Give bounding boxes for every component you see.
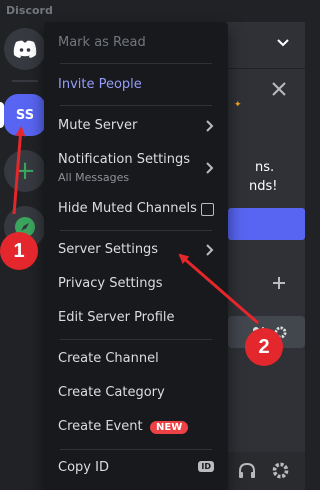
- home-button[interactable]: [4, 28, 46, 70]
- create-channel-plus-icon[interactable]: [272, 276, 286, 290]
- headphones-icon[interactable]: [238, 463, 256, 479]
- title-bar: Discord: [0, 0, 305, 22]
- menu-item-label: Invite People: [58, 77, 142, 92]
- menu-item-label: Create Category: [58, 385, 165, 400]
- menu-item-hide-muted-channels[interactable]: Hide Muted Channels: [52, 192, 220, 226]
- annotation-circle-2: 2: [245, 328, 283, 366]
- menu-item-label: Privacy Settings: [58, 276, 163, 291]
- menu-item-label: Create Event: [58, 419, 143, 434]
- menu-separator: [60, 339, 212, 340]
- menu-item-label: Create Channel: [58, 351, 159, 366]
- menu-item-label: Mute Server: [58, 118, 138, 133]
- menu-item-label: Mark as Read: [58, 35, 146, 50]
- promo-line-2: nds!: [249, 179, 278, 194]
- menu-item-label: Server Settings: [58, 242, 159, 257]
- menu-item-mark-as-read[interactable]: Mark as Read: [52, 26, 220, 60]
- menu-separator: [60, 449, 212, 450]
- server-icon-ss[interactable]: SS: [4, 94, 46, 136]
- menu-item-create-channel[interactable]: Create Channel: [52, 342, 220, 376]
- plus-icon: +: [14, 156, 36, 186]
- app-title: Discord: [6, 4, 53, 17]
- annotation-number: 2: [258, 335, 270, 358]
- chevron-down-icon: [277, 39, 289, 47]
- user-settings-gear-icon[interactable]: [272, 462, 289, 479]
- menu-item-notification-settings[interactable]: Notification Settings All Messages: [52, 146, 220, 188]
- checkbox-icon[interactable]: [201, 203, 214, 216]
- menu-item-label: Hide Muted Channels: [58, 201, 197, 216]
- new-badge: NEW: [150, 421, 189, 434]
- annotation-number: 1: [13, 239, 25, 262]
- promo-line-1: ns.: [255, 160, 275, 175]
- menu-item-label: Copy ID: [58, 460, 109, 475]
- chevron-right-icon: [206, 162, 214, 174]
- menu-separator: [60, 105, 212, 106]
- annotation-circle-1: 1: [0, 232, 38, 270]
- menu-item-sublabel: All Messages: [58, 171, 130, 184]
- menu-item-create-event[interactable]: Create Event NEW: [52, 410, 220, 444]
- close-icon[interactable]: [272, 82, 286, 96]
- sparkle-icon: ✦: [234, 100, 242, 110]
- menu-separator: [60, 230, 212, 231]
- menu-item-copy-id[interactable]: Copy ID ID: [52, 451, 220, 485]
- menu-item-label: Notification Settings: [58, 152, 191, 167]
- promo-button[interactable]: [228, 208, 305, 240]
- menu-item-privacy-settings[interactable]: Privacy Settings: [52, 267, 220, 301]
- server-initials: SS: [15, 107, 35, 123]
- promo-text: ns. nds!: [249, 158, 277, 196]
- id-icon: ID: [198, 461, 214, 472]
- chevron-right-icon: [206, 120, 214, 132]
- menu-item-create-category[interactable]: Create Category: [52, 376, 220, 410]
- rail-divider: [12, 80, 38, 82]
- menu-separator: [60, 63, 212, 64]
- menu-item-edit-server-profile[interactable]: Edit Server Profile: [52, 301, 220, 335]
- menu-item-server-settings[interactable]: Server Settings: [52, 233, 220, 267]
- menu-item-invite-people[interactable]: Invite People: [52, 68, 220, 102]
- chevron-right-icon: [206, 244, 214, 256]
- menu-item-mute-server[interactable]: Mute Server: [52, 109, 220, 143]
- server-context-menu: Mark as Read Invite People Mute Server N…: [44, 22, 228, 490]
- menu-item-label: Edit Server Profile: [58, 310, 175, 325]
- discord-logo-icon: [13, 40, 37, 58]
- add-server-button[interactable]: +: [4, 150, 46, 192]
